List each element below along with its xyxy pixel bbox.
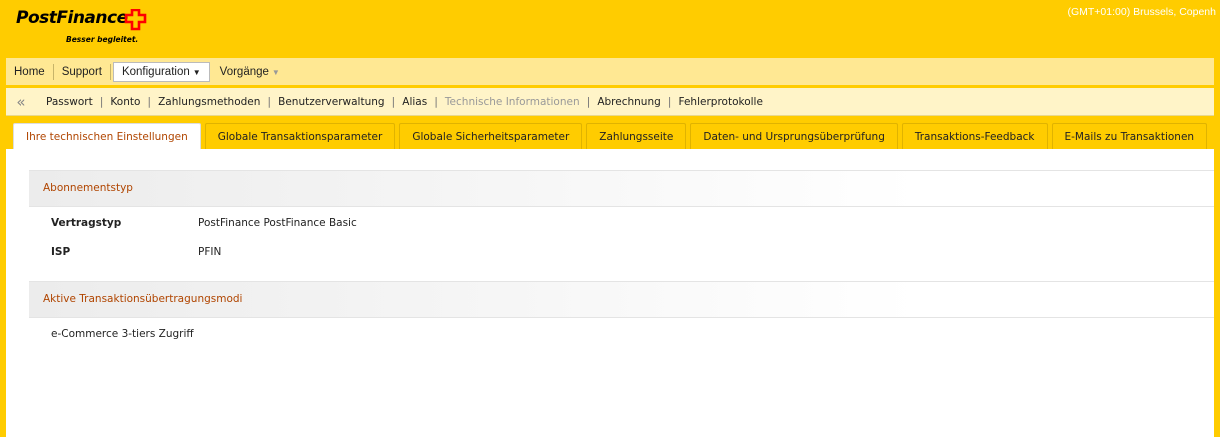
- settings-tabs: Ihre technischen Einstellungen Globale T…: [6, 123, 1214, 150]
- info-label: ISP: [51, 246, 71, 258]
- caret-down-icon: ▼: [192, 67, 201, 77]
- section-header-transaktionsmodi: Aktive Transaktionsübertragungsmodi: [29, 281, 1214, 318]
- tab-globale-transaktionsparameter[interactable]: Globale Transaktionsparameter: [204, 123, 396, 149]
- menu-item-vorgaenge[interactable]: Vorgänge ▼: [212, 62, 288, 82]
- submenu-item-passwort[interactable]: Passwort: [46, 96, 93, 108]
- info-row-isp: ISP PFIN: [51, 246, 221, 258]
- menu-item-support[interactable]: Support: [54, 62, 110, 82]
- header-bar: PostFinance Besser begleitet. (GMT+01:00…: [0, 0, 1220, 58]
- menu-item-home[interactable]: Home: [6, 62, 53, 82]
- tab-transaktions-feedback[interactable]: Transaktions-Feedback: [901, 123, 1048, 149]
- swiss-cross-icon: [124, 9, 147, 31]
- logo-wordmark: PostFinance: [16, 8, 128, 28]
- submenu-separator: |: [147, 95, 152, 108]
- menu-item-konfiguration[interactable]: Konfiguration ▼: [112, 61, 210, 82]
- menu-divider: [109, 63, 111, 80]
- submenu-item-alias[interactable]: Alias: [402, 96, 427, 108]
- tab-technische-einstellungen[interactable]: Ihre technischen Einstellungen: [13, 123, 201, 150]
- submenu-separator: |: [586, 95, 591, 108]
- caret-down-icon: ▼: [271, 67, 280, 77]
- menu-item-label: Konfiguration: [121, 65, 190, 78]
- submenu-item-fehlerprotokolle[interactable]: Fehlerprotokolle: [679, 96, 763, 108]
- menu-item-label: Vorgänge: [219, 65, 269, 78]
- tab-zahlungsseite[interactable]: Zahlungsseite: [586, 123, 687, 149]
- double-chevron-left-icon[interactable]: «: [6, 93, 36, 111]
- info-row-vertragstyp: Vertragstyp PostFinance PostFinance Basic: [51, 217, 357, 229]
- main-menu: Home Support Konfiguration ▼ Vorgänge ▼: [6, 58, 1214, 85]
- tab-emails-transaktionen[interactable]: E-Mails zu Transaktionen: [1051, 123, 1208, 149]
- tab-content-panel: Abonnementstyp Vertragstyp PostFinance Po…: [6, 149, 1214, 437]
- submenu-separator: |: [667, 95, 672, 108]
- submenu-separator: |: [267, 95, 272, 108]
- sub-menu: « Passwort | Konto | Zahlungsmethoden | …: [6, 88, 1214, 116]
- info-value: PFIN: [198, 246, 222, 258]
- submenu-item-technische-informationen: Technische Informationen: [444, 95, 580, 108]
- tab-daten-ursprungsueberpruefung[interactable]: Daten- und Ursprungsüberprüfung: [690, 123, 898, 149]
- logo-tagline: Besser begleitet.: [66, 35, 139, 44]
- section-header-abonnementstyp: Abonnementstyp: [29, 170, 1214, 207]
- submenu-separator: |: [99, 95, 104, 108]
- submenu-separator: |: [391, 95, 396, 108]
- info-value: PostFinance PostFinance Basic: [198, 217, 357, 229]
- submenu-item-benutzerverwaltung[interactable]: Benutzerverwaltung: [278, 96, 384, 108]
- postfinance-logo[interactable]: PostFinance Besser begleitet.: [16, 8, 156, 48]
- submenu-separator: |: [434, 95, 438, 108]
- timezone-label[interactable]: (GMT+01:00) Brussels, Copenh: [1067, 6, 1216, 18]
- submenu-item-zahlungsmethoden[interactable]: Zahlungsmethoden: [158, 96, 260, 108]
- info-label: Vertragstyp: [51, 217, 122, 229]
- list-item: e-Commerce 3-tiers Zugriff: [51, 328, 194, 340]
- submenu-item-abrechnung[interactable]: Abrechnung: [597, 96, 660, 108]
- submenu-item-konto[interactable]: Konto: [110, 96, 140, 108]
- tab-globale-sicherheitsparameter[interactable]: Globale Sicherheitsparameter: [399, 123, 583, 149]
